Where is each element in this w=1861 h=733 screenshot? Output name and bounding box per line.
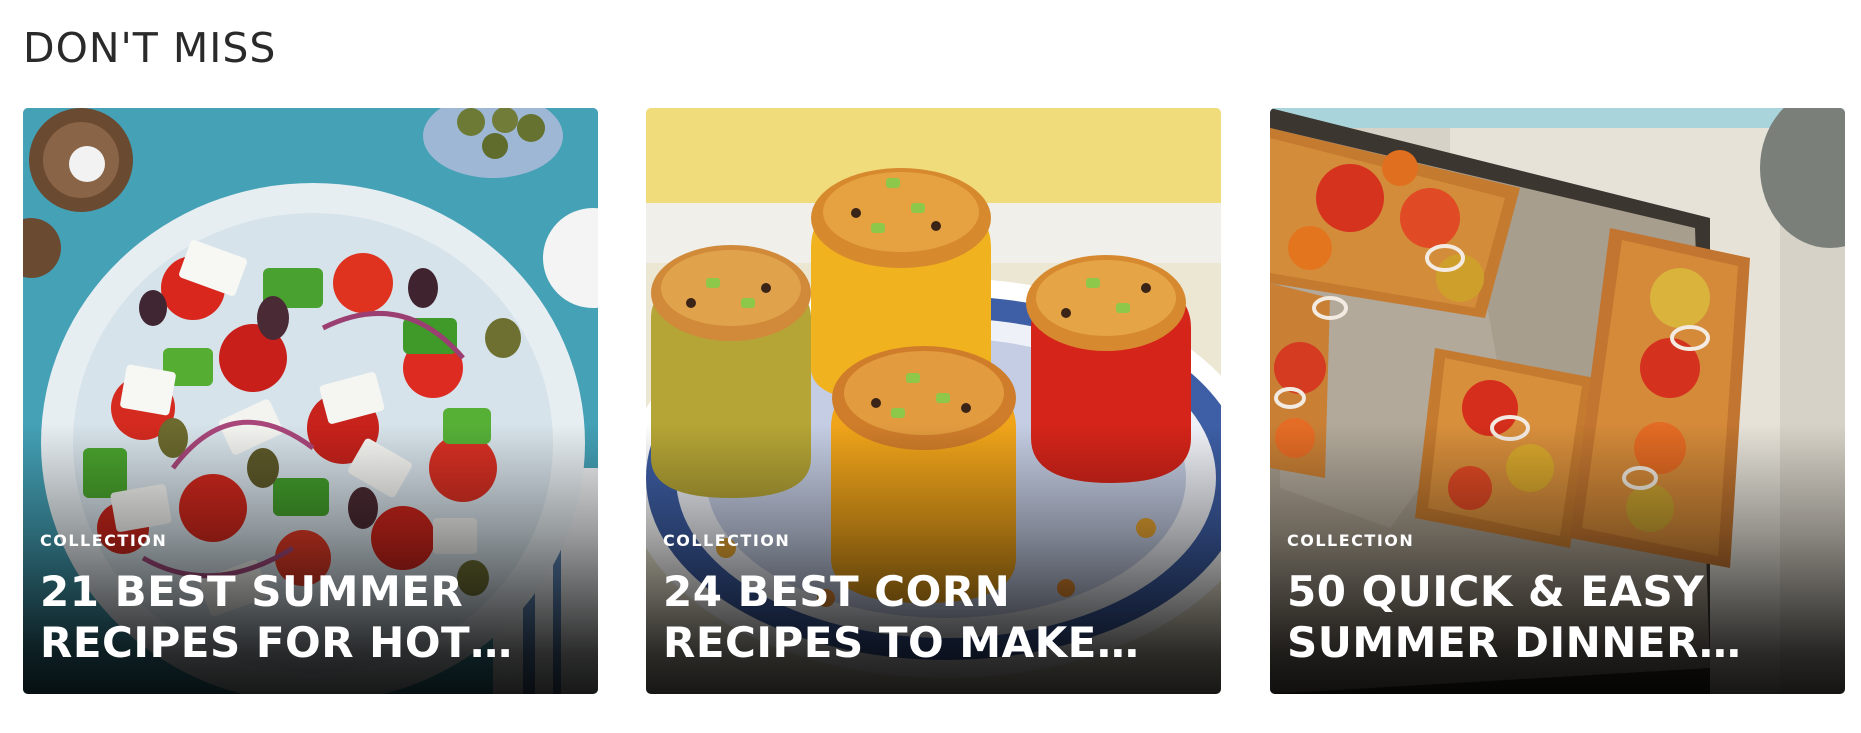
card-tag: COLLECTION (663, 531, 791, 550)
card-meta: COLLECTION 50 QUICK & EASY SUMMER DINNER… (1287, 531, 1825, 668)
collection-card-summer-recipes[interactable]: COLLECTION 21 BEST SUMMER RECIPES FOR HO… (23, 108, 598, 694)
card-meta: COLLECTION 21 BEST SUMMER RECIPES FOR HO… (40, 531, 578, 668)
card-title[interactable]: 50 QUICK & EASY SUMMER DINNER… (1287, 566, 1825, 668)
card-tag: COLLECTION (40, 531, 168, 550)
section-title: DON'T MISS (23, 24, 277, 72)
collection-card-corn-recipes[interactable]: COLLECTION 24 BEST CORN RECIPES TO MAKE… (646, 108, 1221, 694)
card-title[interactable]: 21 BEST SUMMER RECIPES FOR HOT… (40, 566, 578, 668)
card-tag: COLLECTION (1287, 531, 1415, 550)
collection-card-summer-dinners[interactable]: COLLECTION 50 QUICK & EASY SUMMER DINNER… (1270, 108, 1845, 694)
card-title[interactable]: 24 BEST CORN RECIPES TO MAKE… (663, 566, 1201, 668)
card-meta: COLLECTION 24 BEST CORN RECIPES TO MAKE… (663, 531, 1201, 668)
